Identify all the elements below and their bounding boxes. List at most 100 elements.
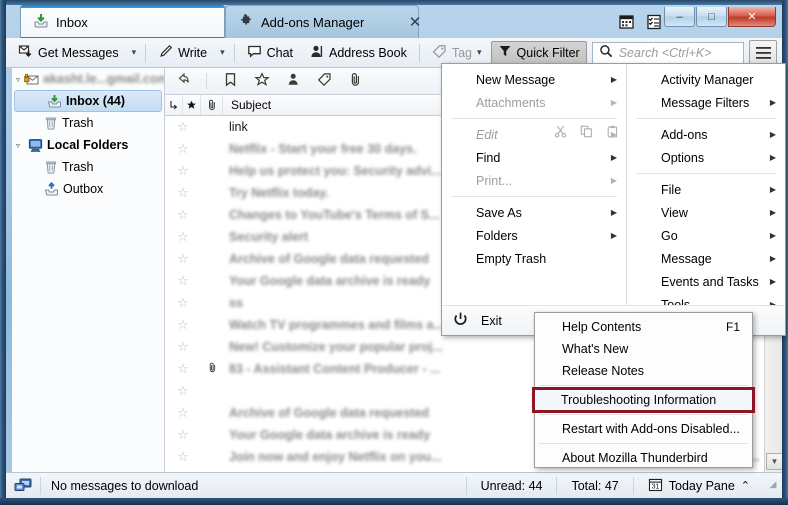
submenu-arrow-icon: ▶ <box>769 185 776 194</box>
window-close-button[interactable]: ✕ <box>728 7 776 27</box>
contact-column-icon[interactable] <box>286 72 301 90</box>
star-icon[interactable]: ☆ <box>165 317 201 333</box>
chat-button[interactable]: Chat <box>240 41 300 64</box>
folder-item-trash[interactable]: Trash <box>12 156 164 178</box>
star-column-icon[interactable] <box>254 71 270 91</box>
window-frame-left <box>0 0 6 505</box>
tag-column-icon[interactable] <box>317 72 332 90</box>
folder-item-akasht-le-gmail-com[interactable]: ▿ akasht.le...gmail.com <box>12 68 164 90</box>
menu-item-add-ons[interactable]: Add-ons ▶ <box>627 123 785 146</box>
star-icon[interactable]: ☆ <box>165 405 201 421</box>
help-menu-item-restart-with-add-ons-disabled[interactable]: Restart with Add-ons Disabled... <box>535 418 752 440</box>
star-icon[interactable]: ☆ <box>165 163 201 179</box>
menu-item-find[interactable]: Find ▶ <box>442 146 626 169</box>
address-book-button[interactable]: Address Book <box>302 41 414 64</box>
help-menu-item-what-s-new[interactable]: What's New <box>535 338 752 360</box>
resize-grip-icon[interactable]: ◢ <box>764 479 782 493</box>
tag-button[interactable]: Tag ▾ <box>425 41 489 64</box>
scroll-down-button[interactable]: ▼ <box>766 453 782 470</box>
search-input[interactable]: Search <Ctrl+K> <box>619 46 712 60</box>
tab-inbox[interactable]: Inbox <box>20 5 225 38</box>
help-submenu-popup[interactable]: Help Contents F1 What's New Release Notes Tr… <box>532 312 755 469</box>
col-starred[interactable] <box>183 95 201 115</box>
tasks-icon[interactable] <box>645 13 662 30</box>
write-dropdown[interactable]: ▾ <box>216 41 229 64</box>
star-icon[interactable]: ☆ <box>165 273 201 289</box>
twisty-expanded-icon[interactable]: ▿ <box>16 75 20 84</box>
write-button[interactable]: Write <box>151 41 214 64</box>
tab-addons-manager[interactable]: Add-ons Manager <box>225 5 419 38</box>
star-icon[interactable]: ☆ <box>165 427 201 443</box>
close-icon[interactable]: ✕ <box>406 13 424 31</box>
star-icon[interactable]: ☆ <box>165 185 201 201</box>
calendar-icon[interactable] <box>618 13 635 30</box>
maximize-button[interactable]: □ <box>696 7 727 27</box>
col-attachment[interactable] <box>201 95 223 115</box>
pencil-icon <box>158 44 173 62</box>
attachment-column-icon[interactable] <box>348 72 363 90</box>
calendar-31-icon: 31 <box>648 477 663 495</box>
menu-item-folders[interactable]: Folders ▶ <box>442 224 626 247</box>
star-icon[interactable]: ☆ <box>165 119 201 135</box>
window-frame-bottom <box>0 498 788 505</box>
menu-item-label: New Message <box>476 72 556 87</box>
help-menu-item-about-mozilla-thunderbird[interactable]: About Mozilla Thunderbird <box>535 447 752 469</box>
unread-column-icon[interactable] <box>223 72 238 90</box>
menu-item-events-and-tasks[interactable]: Events and Tasks ▶ <box>627 270 785 293</box>
unread-count: Unread: 44 <box>465 476 557 495</box>
write-label: Write <box>178 45 208 60</box>
app-menu-button[interactable] <box>749 40 777 65</box>
menu-item-label: Attachments <box>476 95 546 110</box>
folder-item-local-folders[interactable]: ▿ Local Folders <box>12 134 164 156</box>
star-icon[interactable]: ☆ <box>165 361 201 377</box>
folder-pane[interactable]: ▿ akasht.le...gmail.com Inbox (44) Trash ▿ Lo… <box>12 68 165 472</box>
menu-separator <box>636 173 776 174</box>
menu-item-save-as[interactable]: Save As ▶ <box>442 201 626 224</box>
help-menu-item-troubleshooting-information[interactable]: Troubleshooting Information <box>532 387 755 413</box>
get-messages-label: Get Messages <box>38 45 119 60</box>
menu-item-label: View <box>661 205 688 220</box>
folder-item-outbox[interactable]: Outbox <box>12 178 164 200</box>
quick-filter-button[interactable]: Quick Filter <box>490 41 587 64</box>
menu-item-file[interactable]: File ▶ <box>627 178 785 201</box>
menu-item-new-message[interactable]: New Message ▶ <box>442 68 626 91</box>
menu-item-label: Save As <box>476 205 522 220</box>
today-pane-toggle[interactable]: 31 Today Pane ⌃ <box>632 476 764 495</box>
get-messages-dropdown[interactable]: ▾ <box>128 41 141 64</box>
thread-column-icon[interactable] <box>175 72 190 90</box>
twisty-expanded-icon[interactable]: ▿ <box>16 141 24 150</box>
folder-item-inbox-44[interactable]: Inbox (44) <box>14 90 162 112</box>
star-icon[interactable]: ☆ <box>165 251 201 267</box>
submenu-arrow-icon: ▶ <box>769 98 776 107</box>
app-menu-popup[interactable]: New Message ▶ Attachments ▶ Edit ▶ Find ▶ Print.… <box>441 63 786 336</box>
menu-item-empty-trash[interactable]: Empty Trash <box>442 247 626 270</box>
toolbar-separator <box>418 43 420 62</box>
trash-icon <box>44 160 58 174</box>
get-messages-button[interactable]: Get Messages <box>11 41 126 64</box>
menu-item-message[interactable]: Message ▶ <box>627 247 785 270</box>
menu-item-go[interactable]: Go ▶ <box>627 224 785 247</box>
help-menu-item-release-notes[interactable]: Release Notes <box>535 360 752 382</box>
exit-menu-item[interactable]: Exit <box>481 314 502 328</box>
star-icon[interactable]: ☆ <box>165 207 201 223</box>
search-box[interactable]: Search <Ctrl+K> <box>591 41 744 64</box>
folder-item-trash[interactable]: Trash <box>12 112 164 134</box>
star-icon[interactable]: ☆ <box>165 383 201 399</box>
star-icon[interactable]: ☆ <box>165 295 201 311</box>
cut-icon[interactable] <box>554 125 567 141</box>
help-menu-item-help-contents[interactable]: Help Contents F1 <box>535 316 752 338</box>
network-status-icon[interactable] <box>6 477 40 494</box>
star-icon[interactable]: ☆ <box>165 339 201 355</box>
star-icon[interactable]: ☆ <box>165 141 201 157</box>
star-icon[interactable]: ☆ <box>165 449 201 465</box>
power-icon <box>452 311 469 331</box>
star-icon[interactable]: ☆ <box>165 229 201 245</box>
menu-item-label: Go <box>661 228 678 243</box>
menu-item-activity-manager[interactable]: Activity Manager <box>627 68 785 91</box>
menu-item-options[interactable]: Options ▶ <box>627 146 785 169</box>
menu-item-view[interactable]: View ▶ <box>627 201 785 224</box>
col-thread[interactable] <box>165 95 183 115</box>
menu-item-message-filters[interactable]: Message Filters ▶ <box>627 91 785 114</box>
copy-icon[interactable] <box>580 125 593 141</box>
minimize-button[interactable]: – <box>664 7 695 27</box>
